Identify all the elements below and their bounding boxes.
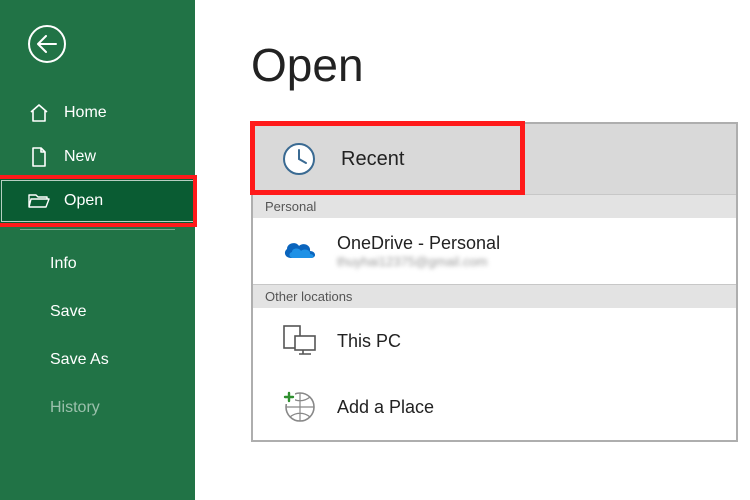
nav-list: Home New Open (0, 91, 195, 223)
arrow-left-icon (37, 35, 57, 53)
nav-item-open[interactable]: Open (0, 179, 195, 223)
section-header-other: Other locations (253, 284, 736, 308)
nav-item-history[interactable]: History (0, 384, 195, 432)
backstage-sidebar: Home New Open Info Save (0, 0, 195, 500)
folder-open-icon (28, 190, 50, 212)
nav-label: Open (64, 192, 103, 210)
nav-label: Save As (50, 351, 109, 369)
this-pc-icon (281, 322, 319, 360)
location-add-place[interactable]: Add a Place (253, 374, 736, 440)
location-recent[interactable]: Recent (253, 124, 736, 194)
nav-item-info[interactable]: Info (0, 240, 195, 288)
location-text: OneDrive - Personal thuyhai12375@gmail.c… (337, 233, 500, 269)
nav-label: Info (50, 255, 77, 273)
location-label: Recent (341, 148, 404, 171)
nav-item-new[interactable]: New (0, 135, 195, 179)
back-button[interactable] (28, 25, 66, 63)
location-onedrive[interactable]: OneDrive - Personal thuyhai12375@gmail.c… (253, 218, 736, 284)
location-sublabel: thuyhai12375@gmail.com (337, 254, 500, 269)
page-title: Open (251, 38, 738, 92)
app-window: Home New Open Info Save (0, 0, 750, 500)
home-icon (28, 102, 50, 124)
section-header-personal: Personal (253, 194, 736, 218)
nav-item-save[interactable]: Save (0, 288, 195, 336)
location-this-pc[interactable]: This PC (253, 308, 736, 374)
document-icon (28, 146, 50, 168)
location-label: Add a Place (337, 397, 434, 418)
nav-sub-list: Info Save Save As History (0, 240, 195, 432)
nav-label: Home (64, 104, 107, 122)
nav-label: Save (50, 303, 86, 321)
clock-icon (281, 141, 317, 177)
nav-item-save-as[interactable]: Save As (0, 336, 195, 384)
add-place-icon (281, 388, 319, 426)
nav-label: New (64, 148, 96, 166)
location-label: OneDrive - Personal (337, 233, 500, 254)
open-locations-panel: Recent Personal OneDrive - Personal thuy… (251, 122, 738, 442)
nav-divider (20, 229, 175, 230)
main-content: Open Recent Personal OneDrive - Personal… (195, 0, 750, 500)
location-label: This PC (337, 331, 401, 352)
nav-item-home[interactable]: Home (0, 91, 195, 135)
nav-label: History (50, 399, 100, 417)
onedrive-icon (281, 232, 319, 270)
